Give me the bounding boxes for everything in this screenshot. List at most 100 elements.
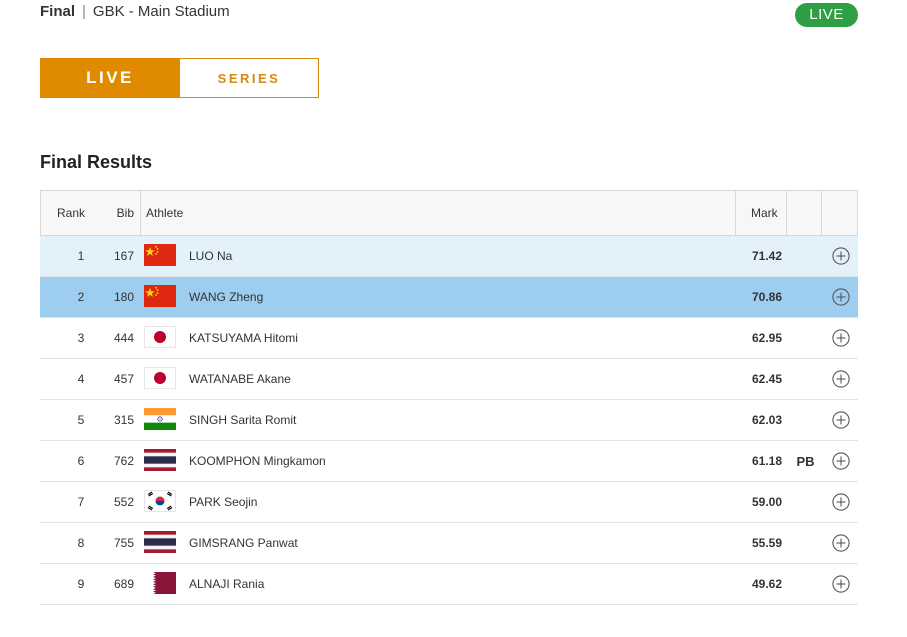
rank-cell: 3 bbox=[77, 331, 85, 345]
mark-cell: 71.42 bbox=[752, 249, 783, 263]
table-row[interactable]: 9 689 ALNAJI Rania 49.62 bbox=[40, 564, 858, 605]
separator: | bbox=[82, 3, 86, 20]
bib-cell: 167 bbox=[113, 249, 134, 263]
plus-circle-icon[interactable] bbox=[831, 575, 850, 593]
flag-cell bbox=[140, 448, 189, 474]
expand-cell bbox=[823, 575, 858, 593]
flag-cell bbox=[140, 489, 189, 515]
athlete-name[interactable]: KATSUYAMA Hitomi bbox=[189, 331, 737, 345]
flag-cell bbox=[140, 325, 189, 351]
rank-cell: 5 bbox=[77, 413, 85, 427]
rank-cell: 4 bbox=[77, 372, 85, 386]
thailand-flag-icon bbox=[144, 530, 176, 556]
plus-circle-icon[interactable] bbox=[831, 452, 850, 470]
flag-cell bbox=[140, 571, 189, 597]
mark-cell: 62.45 bbox=[752, 372, 783, 386]
tab-live[interactable]: LIVE bbox=[40, 58, 180, 98]
athlete-name[interactable]: SINGH Sarita Romit bbox=[189, 413, 737, 427]
expand-header bbox=[822, 191, 857, 235]
rank-cell: 8 bbox=[77, 536, 85, 550]
table-row[interactable]: 3 444 KATSUYAMA Hitomi 62.95 bbox=[40, 318, 858, 359]
mark-header: Mark bbox=[736, 191, 787, 235]
flag-cell bbox=[140, 407, 189, 433]
mark-cell: 61.18 bbox=[752, 454, 783, 468]
expand-cell bbox=[823, 534, 858, 552]
china-flag-icon bbox=[144, 243, 176, 269]
rank-header: Rank bbox=[56, 206, 85, 220]
expand-cell bbox=[823, 370, 858, 388]
table-body: 1 167 LUO Na 71.42 2 180 WANG Zheng 70.86 3 444 KA… bbox=[40, 236, 858, 605]
flag-cell bbox=[140, 284, 189, 310]
athlete-header: Athlete bbox=[141, 191, 736, 235]
plus-circle-icon[interactable] bbox=[831, 534, 850, 552]
table-row[interactable]: 2 180 WANG Zheng 70.86 bbox=[40, 277, 858, 318]
expand-cell bbox=[823, 247, 858, 265]
results-table: Rank Bib Athlete Mark 1 167 LUO Na 71.42 2 18… bbox=[40, 190, 858, 605]
mark-cell: 49.62 bbox=[752, 577, 783, 591]
india-flag-icon bbox=[144, 407, 176, 433]
expand-cell bbox=[823, 288, 858, 306]
plus-circle-icon[interactable] bbox=[831, 411, 850, 429]
stage-label: Final bbox=[40, 3, 76, 20]
table-row[interactable]: 4 457 WATANABE Akane 62.45 bbox=[40, 359, 858, 400]
venue-label: GBK - Main Stadium bbox=[92, 3, 230, 20]
bib-cell: 689 bbox=[113, 577, 134, 591]
rank-cell: 9 bbox=[77, 577, 85, 591]
rank-cell: 1 bbox=[77, 249, 85, 263]
mark-cell: 62.95 bbox=[752, 331, 783, 345]
table-row[interactable]: 8 755 GIMSRANG Panwat 55.59 bbox=[40, 523, 858, 564]
flag-cell bbox=[140, 243, 189, 269]
flag-cell bbox=[140, 366, 189, 392]
plus-circle-icon[interactable] bbox=[831, 247, 850, 265]
view-tabs: LIVE SERIES bbox=[40, 58, 319, 98]
table-row[interactable]: 5 315 SINGH Sarita Romit 62.03 bbox=[40, 400, 858, 441]
bib-header: Bib bbox=[101, 191, 141, 235]
expand-cell bbox=[823, 329, 858, 347]
expand-cell bbox=[823, 452, 858, 470]
china-flag-icon bbox=[144, 284, 176, 310]
table-row[interactable]: 1 167 LUO Na 71.42 bbox=[40, 236, 858, 277]
table-header: Rank Bib Athlete Mark bbox=[40, 190, 858, 236]
bib-cell: 457 bbox=[113, 372, 134, 386]
live-badge: LIVE bbox=[795, 3, 858, 27]
mark-cell: 59.00 bbox=[752, 495, 783, 509]
mark-cell: 55.59 bbox=[752, 536, 783, 550]
plus-circle-icon[interactable] bbox=[831, 288, 850, 306]
bib-cell: 444 bbox=[113, 331, 134, 345]
pb-header bbox=[787, 191, 822, 235]
rank-cell: 7 bbox=[77, 495, 85, 509]
mark-cell: 62.03 bbox=[752, 413, 783, 427]
athlete-name[interactable]: KOOMPHON Mingkamon bbox=[189, 454, 737, 468]
japan-flag-icon bbox=[144, 366, 176, 392]
section-title: Final Results bbox=[40, 152, 153, 172]
bib-cell: 552 bbox=[113, 495, 134, 509]
bib-cell: 315 bbox=[113, 413, 134, 427]
bib-cell: 762 bbox=[113, 454, 134, 468]
expand-cell bbox=[823, 493, 858, 511]
korea-flag-icon bbox=[144, 489, 176, 515]
table-row[interactable]: 7 552 PARK Seojin 59.00 bbox=[40, 482, 858, 523]
expand-cell bbox=[823, 411, 858, 429]
qatar-flag-icon bbox=[144, 571, 176, 597]
event-info: Final | GBK - Main Stadium bbox=[40, 3, 230, 20]
tab-series[interactable]: SERIES bbox=[180, 58, 319, 98]
thailand-flag-icon bbox=[144, 448, 176, 474]
athlete-name[interactable]: WATANABE Akane bbox=[189, 372, 737, 386]
japan-flag-icon bbox=[144, 325, 176, 351]
bib-cell: 180 bbox=[113, 290, 134, 304]
plus-circle-icon[interactable] bbox=[831, 329, 850, 347]
athlete-name[interactable]: PARK Seojin bbox=[189, 495, 737, 509]
table-row[interactable]: 6 762 KOOMPHON Mingkamon 61.18 PB bbox=[40, 441, 858, 482]
bib-cell: 755 bbox=[113, 536, 134, 550]
flag-cell bbox=[140, 530, 189, 556]
record-badge: PB bbox=[796, 453, 815, 469]
plus-circle-icon[interactable] bbox=[831, 493, 850, 511]
athlete-name[interactable]: ALNAJI Rania bbox=[189, 577, 737, 591]
athlete-name[interactable]: LUO Na bbox=[189, 249, 737, 263]
mark-cell: 70.86 bbox=[752, 290, 783, 304]
rank-cell: 6 bbox=[77, 454, 85, 468]
rank-cell: 2 bbox=[77, 290, 85, 304]
athlete-name[interactable]: GIMSRANG Panwat bbox=[189, 536, 737, 550]
plus-circle-icon[interactable] bbox=[831, 370, 850, 388]
athlete-name[interactable]: WANG Zheng bbox=[189, 290, 737, 304]
